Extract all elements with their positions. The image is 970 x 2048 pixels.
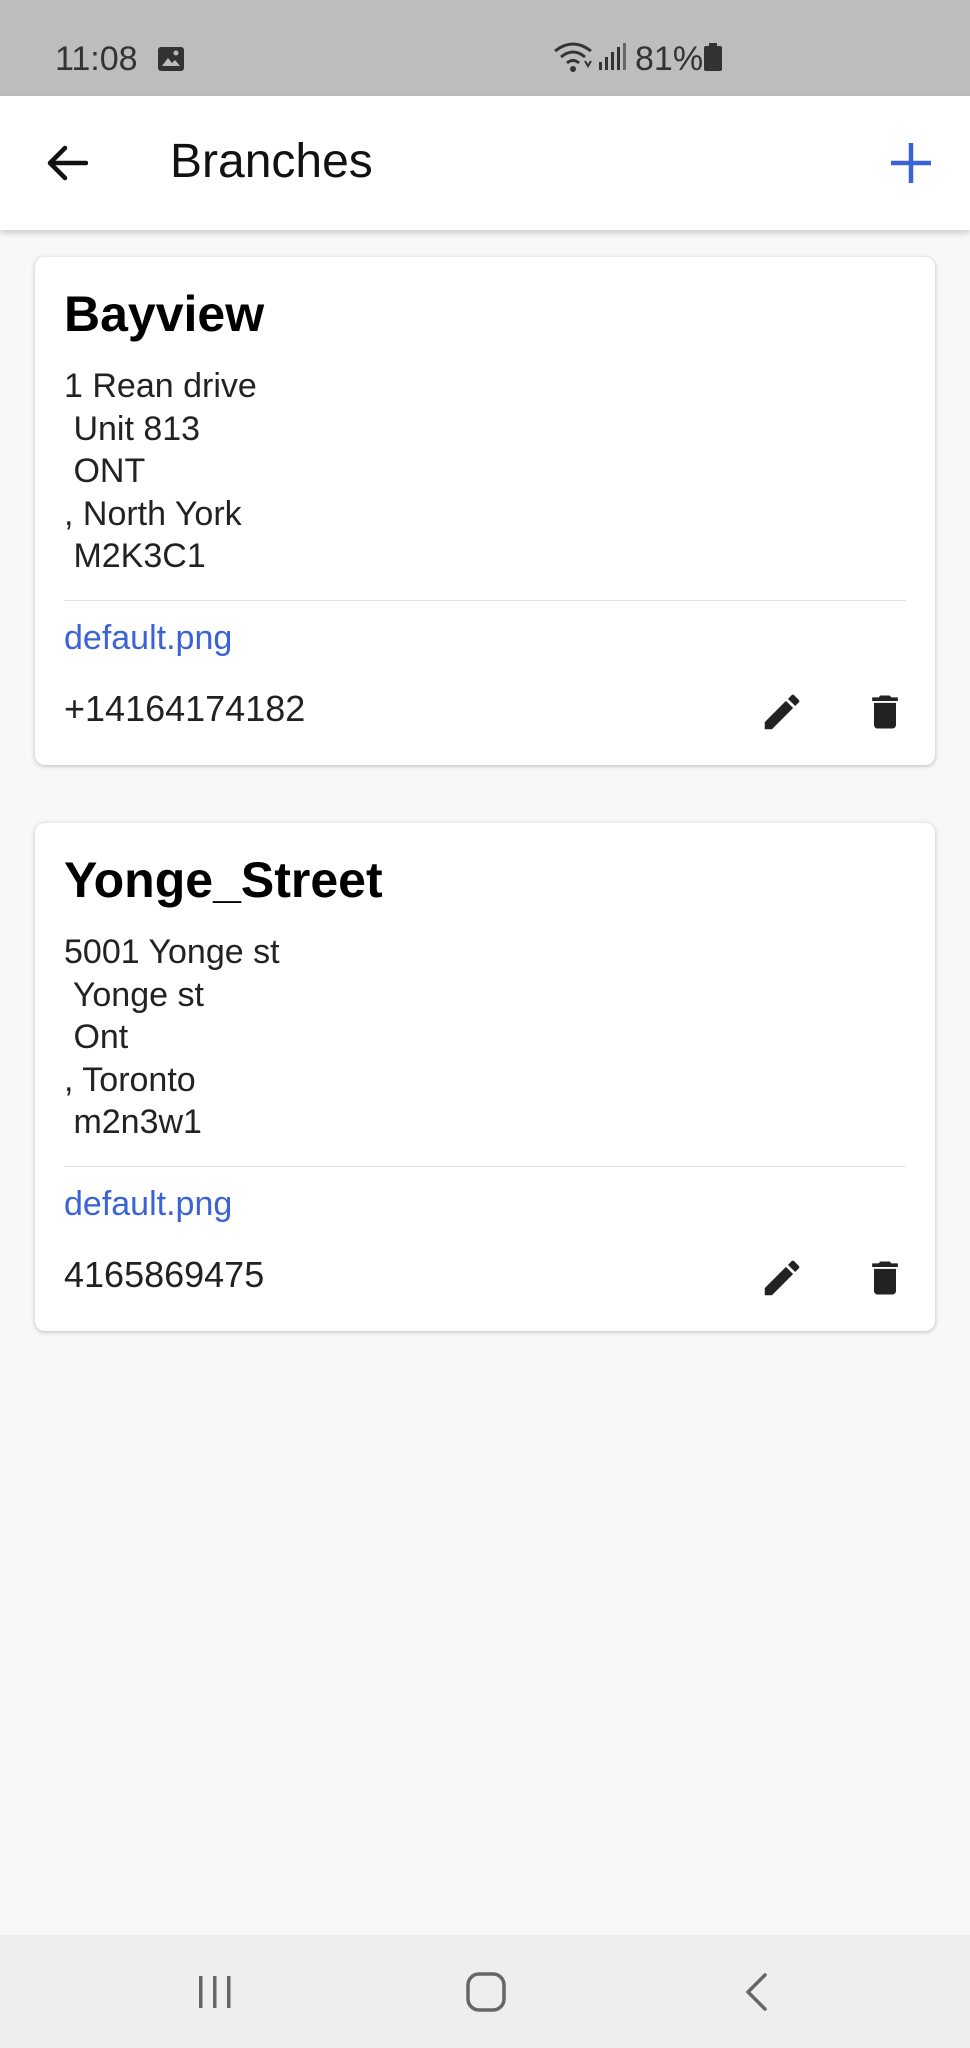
image-icon	[157, 46, 185, 77]
wifi-icon	[553, 41, 593, 78]
battery-icon	[703, 42, 723, 77]
recent-apps-button[interactable]	[175, 1957, 255, 2027]
branch-image-link[interactable]: default.png	[64, 1185, 232, 1224]
status-icons: 81%	[553, 40, 723, 79]
pencil-icon	[764, 694, 800, 730]
back-icon	[746, 1973, 767, 2011]
branch-image-link[interactable]: default.png	[64, 619, 232, 658]
branch-address: 5001 Yonge st Yonge st Ont , Toronto m2n…	[64, 933, 280, 1141]
home-icon	[466, 1972, 506, 2012]
app-bar: Branches	[0, 96, 970, 230]
branch-phone: 4165869475	[64, 1254, 265, 1295]
recent-apps-icon	[199, 1976, 231, 2008]
delete-button[interactable]	[850, 1243, 920, 1313]
trash-icon	[872, 695, 898, 729]
branch-card[interactable]: Bayview 1 Rean drive Unit 813 ONT , Nort…	[35, 257, 935, 765]
trash-icon	[872, 1261, 898, 1295]
branch-address: 1 Rean drive Unit 813 ONT , North York M…	[64, 367, 257, 575]
home-button[interactable]	[446, 1957, 526, 2027]
arrow-left-icon	[47, 145, 88, 181]
status-bar: 11:08 81%	[0, 0, 970, 96]
pencil-icon	[764, 1260, 800, 1296]
branch-phone: +14164174182	[64, 688, 306, 729]
branch-name: Yonge_Street	[64, 852, 383, 908]
branch-name: Bayview	[64, 286, 265, 342]
back-button[interactable]	[36, 132, 98, 194]
plus-icon	[891, 143, 931, 183]
signal-icon	[597, 42, 627, 77]
branch-card[interactable]: Yonge_Street 5001 Yonge st Yonge st Ont …	[35, 823, 935, 1331]
edit-button[interactable]	[747, 1243, 817, 1313]
edit-button[interactable]	[747, 677, 817, 747]
system-nav-bar	[0, 1935, 970, 2048]
delete-button[interactable]	[850, 677, 920, 747]
nav-back-button[interactable]	[716, 1957, 796, 2027]
divider	[64, 1166, 906, 1167]
divider	[64, 600, 906, 601]
page-title: Branches	[170, 135, 373, 188]
add-branch-button[interactable]	[880, 132, 942, 194]
battery-percent: 81%	[635, 40, 704, 78]
status-time: 11:08	[55, 40, 138, 78]
